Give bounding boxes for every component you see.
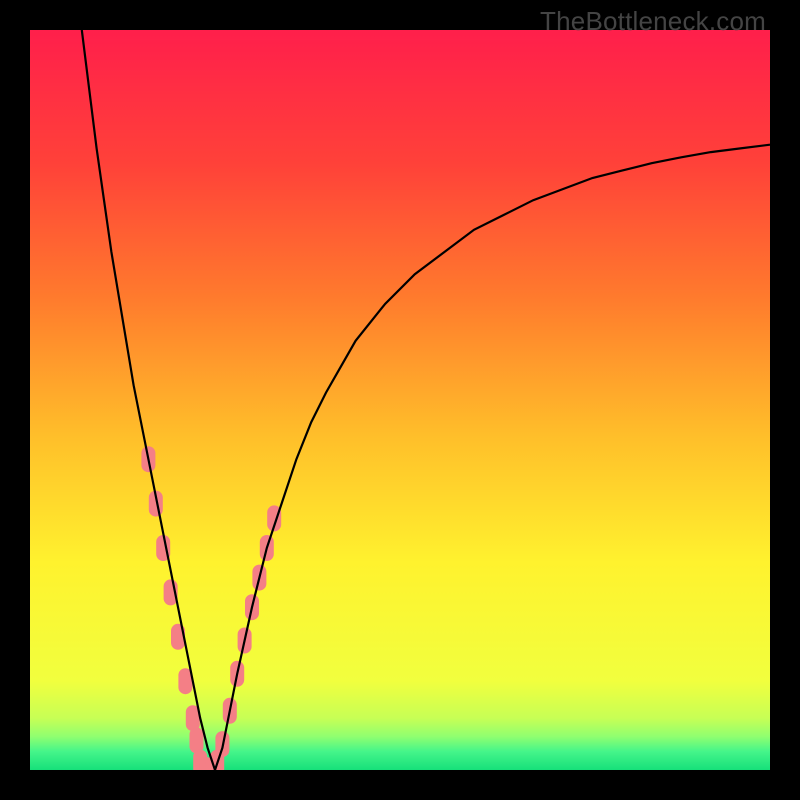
plot-area <box>30 30 770 770</box>
curve-layer <box>30 30 770 770</box>
marker-point <box>190 727 204 753</box>
chart-frame: TheBottleneck.com <box>0 0 800 800</box>
marker-group <box>141 446 281 770</box>
watermark-text: TheBottleneck.com <box>540 6 766 37</box>
bottleneck-curve <box>82 30 770 770</box>
